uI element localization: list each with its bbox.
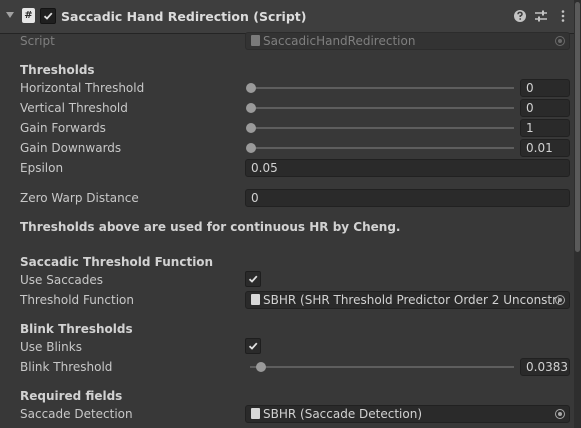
vertical-threshold-label: Vertical Threshold bbox=[20, 101, 128, 115]
horizontal-threshold-field[interactable]: 0 bbox=[520, 79, 570, 97]
slider-thumb[interactable] bbox=[256, 362, 267, 372]
script-file-icon bbox=[251, 408, 260, 419]
epsilon-label: Epsilon bbox=[20, 161, 64, 175]
thresholds-note: Thresholds above are used for continuous… bbox=[20, 220, 401, 234]
slider-track bbox=[250, 147, 514, 149]
horizontal-threshold-slider[interactable] bbox=[246, 81, 514, 95]
use-saccades-label: Use Saccades bbox=[20, 273, 104, 287]
object-picker-icon[interactable] bbox=[555, 295, 565, 305]
saccade-detection-value: SBHR (Saccade Detection) bbox=[263, 407, 423, 421]
threshold-function-label: Threshold Function bbox=[20, 293, 134, 307]
checkmark-icon bbox=[248, 275, 258, 283]
component-enabled-checkbox[interactable] bbox=[40, 8, 56, 24]
use-blinks-checkbox[interactable] bbox=[245, 338, 261, 354]
threshold-function-field[interactable]: SBHR (SHR Threshold Predictor Order 2 Un… bbox=[245, 291, 570, 309]
slider-thumb[interactable] bbox=[246, 103, 256, 113]
blink-thresholds-heading: Blink Thresholds bbox=[20, 322, 133, 336]
foldout-arrow-icon[interactable] bbox=[6, 12, 14, 18]
slider-thumb[interactable] bbox=[246, 123, 256, 133]
blink-threshold-label: Blink Threshold bbox=[20, 360, 113, 374]
epsilon-field[interactable]: 0.05 bbox=[245, 159, 570, 177]
script-label: Script bbox=[20, 34, 55, 48]
kebab-menu-icon[interactable] bbox=[556, 9, 570, 23]
slider-track bbox=[250, 366, 514, 368]
blink-threshold-slider[interactable] bbox=[246, 360, 514, 374]
blink-threshold-field[interactable]: 0.0383 bbox=[520, 358, 570, 376]
zero-warp-distance-field[interactable]: 0 bbox=[245, 189, 570, 207]
gain-forwards-label: Gain Forwards bbox=[20, 121, 106, 135]
gain-forwards-slider[interactable] bbox=[246, 121, 514, 135]
script-field-value: SaccadicHandRedirection bbox=[263, 34, 416, 48]
script-icon: # bbox=[22, 8, 35, 23]
slider-track bbox=[250, 107, 514, 109]
gain-downwards-field[interactable]: 0.01 bbox=[520, 139, 570, 157]
slider-thumb[interactable] bbox=[246, 83, 256, 93]
saccadic-threshold-function-heading: Saccadic Threshold Function bbox=[20, 255, 214, 269]
vertical-scrollbar[interactable] bbox=[574, 0, 581, 428]
script-field[interactable]: SaccadicHandRedirection bbox=[245, 32, 570, 50]
script-file-icon bbox=[251, 294, 260, 305]
zero-warp-distance-label: Zero Warp Distance bbox=[20, 191, 139, 205]
object-picker-icon[interactable] bbox=[555, 409, 565, 419]
vertical-threshold-field[interactable]: 0 bbox=[520, 99, 570, 117]
saccade-detection-field[interactable]: SBHR (Saccade Detection) bbox=[245, 405, 570, 423]
thresholds-heading: Thresholds bbox=[20, 63, 95, 77]
saccade-detection-label: Saccade Detection bbox=[20, 407, 133, 421]
checkmark-icon bbox=[248, 342, 258, 350]
vertical-threshold-slider[interactable] bbox=[246, 101, 514, 115]
scrollbar-thumb[interactable] bbox=[575, 2, 580, 252]
slider-track bbox=[250, 87, 514, 89]
slider-thumb[interactable] bbox=[246, 143, 256, 153]
use-blinks-label: Use Blinks bbox=[20, 340, 82, 354]
use-saccades-checkbox[interactable] bbox=[245, 271, 261, 287]
slider-track bbox=[250, 127, 514, 129]
script-file-icon bbox=[251, 35, 260, 46]
presets-icon[interactable] bbox=[534, 9, 548, 23]
help-icon[interactable] bbox=[513, 9, 527, 23]
gain-forwards-field[interactable]: 1 bbox=[520, 119, 570, 137]
checkmark-icon bbox=[43, 12, 53, 20]
component-header: # Saccadic Hand Redirection (Script) bbox=[0, 0, 574, 34]
component-title: Saccadic Hand Redirection (Script) bbox=[61, 9, 307, 24]
threshold-function-value: SBHR (SHR Threshold Predictor Order 2 Un… bbox=[263, 293, 559, 307]
gain-downwards-label: Gain Downwards bbox=[20, 141, 122, 155]
object-picker-icon[interactable] bbox=[555, 36, 565, 46]
horizontal-threshold-label: Horizontal Threshold bbox=[20, 81, 145, 95]
gain-downwards-slider[interactable] bbox=[246, 141, 514, 155]
required-fields-heading: Required fields bbox=[20, 389, 123, 403]
